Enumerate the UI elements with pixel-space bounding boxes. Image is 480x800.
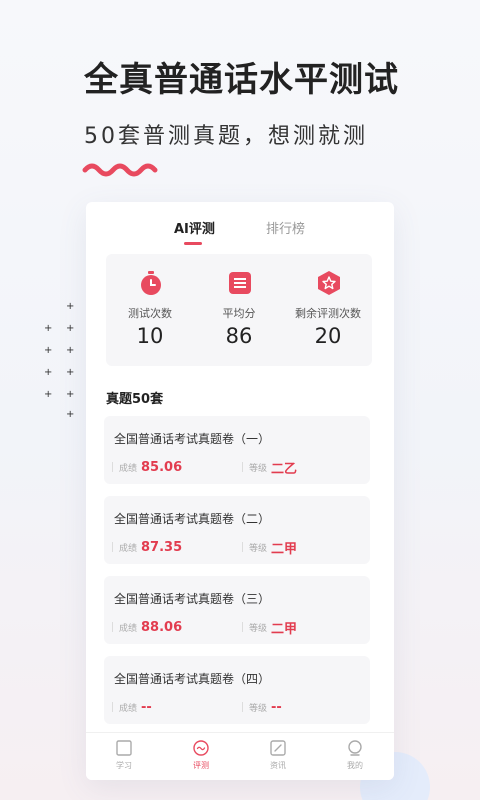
active-tab-indicator: [184, 242, 202, 245]
nav-label: 我的: [347, 761, 363, 770]
divider: [242, 462, 243, 472]
tab-ai-assess[interactable]: AI评测: [174, 218, 215, 237]
paper-title: 全国普通话考试真题卷（三）: [114, 592, 271, 606]
star-icon: [318, 271, 340, 295]
grade-field: 等级 --: [242, 698, 282, 716]
grade-label: 等级: [249, 703, 268, 714]
nav-profile[interactable]: 我的: [317, 739, 393, 771]
score-value: 88.06: [141, 619, 183, 635]
score-field: 成绩 88.06: [112, 618, 182, 636]
score-field: 成绩 --: [112, 698, 152, 716]
score-value: 87.35: [141, 539, 183, 555]
nav-label: 资讯: [270, 761, 286, 770]
list-item[interactable]: 全国普通话考试真题卷（三） 成绩 88.06 等级 二甲: [104, 576, 370, 644]
score-label: 成绩: [119, 543, 138, 554]
phone-card: AI评测 排行榜 测试次数 10 平均分 86 剩余评测次数 20 真题50套 …: [86, 202, 394, 780]
nav-label: 评测: [193, 761, 209, 770]
promo-headline: 全真普通话水平测试: [84, 60, 399, 100]
plus-dots-decoration: + + + + + + + + + +: [44, 301, 75, 420]
score-label: 成绩: [119, 463, 138, 474]
nav-study[interactable]: 学习: [86, 739, 162, 771]
list-item[interactable]: 全国普通话考试真题卷（四） 成绩 -- 等级 --: [104, 656, 370, 724]
timer-icon: [141, 271, 161, 295]
divider: [112, 702, 113, 712]
grade-value: 二乙: [271, 461, 298, 477]
divider: [242, 622, 243, 632]
score-label: 成绩: [119, 703, 138, 714]
grade-label: 等级: [249, 543, 268, 554]
tab-leaderboard[interactable]: 排行榜: [266, 218, 305, 237]
nav-label: 学习: [116, 761, 132, 770]
stat-label: 平均分: [222, 307, 256, 320]
grade-value: --: [271, 699, 282, 715]
grade-value: 二甲: [271, 541, 298, 557]
stat-average-score: 平均分 86: [195, 254, 283, 366]
news-icon: [270, 740, 286, 756]
divider: [242, 542, 243, 552]
score-value: --: [141, 699, 152, 715]
grade-value: 二甲: [271, 621, 298, 637]
stat-label: 测试次数: [128, 307, 172, 320]
stat-value: 10: [136, 324, 164, 348]
stat-label: 剩余评测次数: [295, 307, 361, 320]
paper-title: 全国普通话考试真题卷（四）: [114, 672, 271, 686]
grade-label: 等级: [249, 623, 268, 634]
divider: [242, 702, 243, 712]
divider: [112, 542, 113, 552]
paper-title: 全国普通话考试真题卷（一）: [114, 432, 271, 446]
paper-title: 全国普通话考试真题卷（二）: [114, 512, 271, 526]
grade-field: 等级 二乙: [242, 458, 298, 477]
score-label: 成绩: [119, 623, 138, 634]
list-icon: [229, 272, 251, 294]
list-item[interactable]: 全国普通话考试真题卷（二） 成绩 87.35 等级 二甲: [104, 496, 370, 564]
section-title: 真题50套: [106, 392, 164, 407]
divider: [112, 462, 113, 472]
grade-field: 等级 二甲: [242, 538, 298, 557]
stat-test-count: 测试次数 10: [106, 254, 194, 366]
profile-icon: [348, 740, 362, 756]
assess-icon: [193, 740, 209, 756]
stat-value: 86: [225, 324, 253, 348]
nav-news[interactable]: 资讯: [240, 739, 316, 771]
bottom-nav: 学习 评测 资讯 我的: [86, 732, 394, 780]
score-value: 85.06: [141, 459, 183, 475]
stat-remaining-count: 剩余评测次数 20: [284, 254, 372, 366]
stats-panel: 测试次数 10 平均分 86 剩余评测次数 20: [106, 254, 372, 366]
score-field: 成绩 87.35: [112, 538, 182, 556]
score-field: 成绩 85.06: [112, 458, 182, 476]
stat-value: 20: [314, 324, 342, 348]
wave-decoration: [82, 163, 158, 177]
divider: [112, 622, 113, 632]
book-icon: [116, 740, 132, 756]
grade-label: 等级: [249, 463, 268, 474]
tab-bar: AI评测 排行榜: [86, 218, 394, 248]
promo-subline: 50套普测真题，想测就测: [84, 124, 368, 149]
grade-field: 等级 二甲: [242, 618, 298, 637]
list-item[interactable]: 全国普通话考试真题卷（一） 成绩 85.06 等级 二乙: [104, 416, 370, 484]
nav-assess[interactable]: 评测: [163, 739, 239, 771]
